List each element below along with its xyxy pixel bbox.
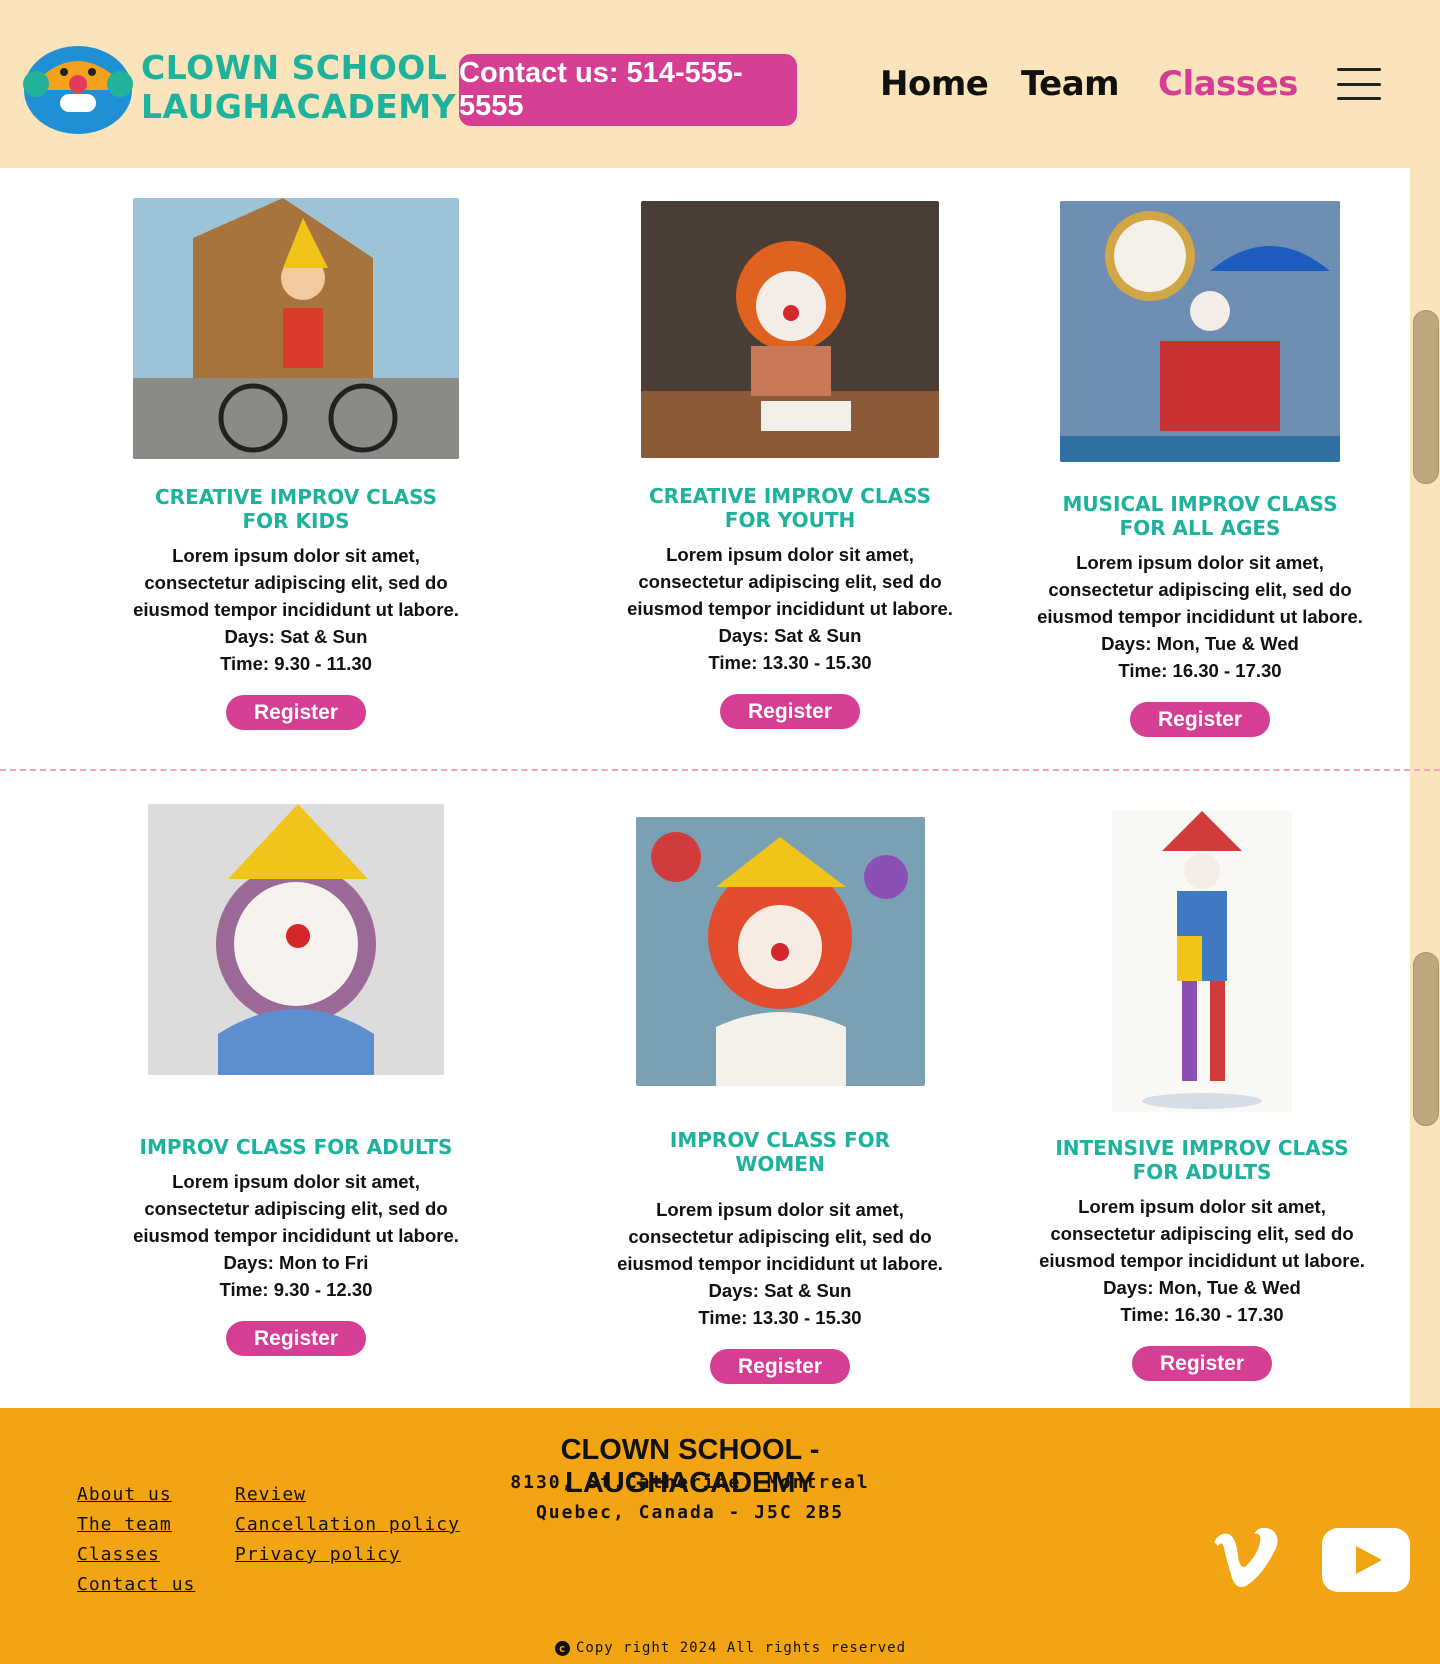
class-time: Time: 16.30 - 17.30 <box>1118 660 1282 681</box>
logo-line-2: LAUGHACADEMY <box>141 87 457 126</box>
class-card: Creative improv class for youth Lorem ip… <box>625 201 955 729</box>
class-card: Improv class for adults Lorem ipsum dolo… <box>131 804 461 1356</box>
class-card: Improv class for women Lorem ipsum dolor… <box>615 817 945 1384</box>
class-card: Creative improv class for kids Lorem ips… <box>131 198 461 730</box>
class-time: Time: 13.30 - 15.30 <box>708 652 872 673</box>
register-button[interactable]: Register <box>1130 702 1270 737</box>
class-days: Days: Mon to Fri <box>223 1252 369 1273</box>
class-description: Lorem ipsum dolor sit amet, consectetur … <box>133 545 459 674</box>
class-description: Lorem ipsum dolor sit amet, consectetur … <box>627 544 953 673</box>
footer-link-privacy[interactable]: Privacy policy <box>235 1544 401 1565</box>
class-description: Lorem ipsum dolor sit amet, consectetur … <box>1039 1196 1365 1325</box>
footer-link-team[interactable]: The team <box>77 1514 172 1535</box>
footer-link-about[interactable]: About us <box>77 1484 172 1505</box>
nav-team[interactable]: Team <box>1021 64 1120 104</box>
class-time: Time: 9.30 - 11.30 <box>220 653 372 674</box>
logo-title[interactable]: CLOWN SCHOOL LAUGHACADEMY <box>141 48 456 126</box>
register-button[interactable]: Register <box>226 695 366 730</box>
class-title: Improv class for adults <box>139 1135 453 1159</box>
class-title: Creative improv class for youth <box>649 484 931 532</box>
laughing-clown-image <box>148 804 444 1075</box>
contact-button[interactable]: Contact us: 514-555-5555 <box>459 54 797 126</box>
footer-link-review[interactable]: Review <box>235 1484 306 1505</box>
register-button[interactable]: Register <box>226 1321 366 1356</box>
class-days: Days: Sat & Sun <box>224 626 368 647</box>
register-button[interactable]: Register <box>1132 1346 1272 1381</box>
logo-line-1: CLOWN SCHOOL <box>141 48 448 87</box>
clown-balloons-image <box>635 817 925 1086</box>
harlequin-jester-image <box>1112 811 1292 1112</box>
hamburger-menu-icon[interactable] <box>1337 68 1381 100</box>
class-title: Improv class for women <box>669 1128 891 1176</box>
vimeo-icon[interactable] <box>1210 1528 1282 1590</box>
footer-link-cancellation[interactable]: Cancellation policy <box>235 1514 460 1535</box>
class-days: Days: Sat & Sun <box>718 625 862 646</box>
scrollbar-thumb[interactable] <box>1413 952 1439 1126</box>
class-description: Lorem ipsum dolor sit amet, consectetur … <box>1037 552 1363 681</box>
copyright-text: Copy right 2024 All rights reserved <box>576 1640 907 1656</box>
footer-link-contact[interactable]: Contact us <box>77 1574 195 1595</box>
nav-home[interactable]: Home <box>880 64 989 104</box>
register-button[interactable]: Register <box>720 694 860 729</box>
footer-link-classes[interactable]: Classes <box>77 1544 160 1565</box>
class-time: Time: 9.30 - 12.30 <box>219 1279 373 1300</box>
copyright: c Copy right 2024 All rights reserved <box>555 1640 906 1656</box>
youtube-icon[interactable] <box>1322 1528 1410 1592</box>
footer-address-line2: Quebec, Canada - J5C 2B5 <box>535 1502 845 1523</box>
class-time: Time: 16.30 - 17.30 <box>1120 1304 1284 1325</box>
scrollbar-thumb[interactable] <box>1413 310 1439 484</box>
footer-address-line1: 8130, St.Catherine, Montreal <box>510 1472 870 1493</box>
class-days: Days: Mon, Tue & Wed <box>1103 1277 1301 1298</box>
clown-logo-icon[interactable] <box>22 32 134 136</box>
site-header: CLOWN SCHOOL LAUGHACADEMY Contact us: 51… <box>0 0 1440 168</box>
nav-classes[interactable]: Classes <box>1158 64 1298 104</box>
class-description: Lorem ipsum dolor sit amet, consectetur … <box>617 1199 943 1328</box>
class-title: Creative improv class for kids <box>155 485 437 533</box>
class-days: Days: Mon, Tue & Wed <box>1101 633 1299 654</box>
class-card: Musical improv class for all ages Lorem … <box>1035 201 1365 737</box>
class-time: Time: 13.30 - 15.30 <box>698 1307 862 1328</box>
accordion-clown-image <box>1060 201 1340 462</box>
register-button[interactable]: Register <box>710 1349 850 1384</box>
copyright-icon: c <box>555 1640 570 1656</box>
class-title: Musical improv class for all ages <box>1062 492 1338 540</box>
class-days: Days: Sat & Sun <box>708 1280 852 1301</box>
clown-drawing-image <box>641 201 939 458</box>
class-card: Intensive improv class for adults Lorem … <box>1037 811 1367 1381</box>
pinocchio-bicycle-image <box>133 198 459 459</box>
class-description: Lorem ipsum dolor sit amet, consectetur … <box>133 1171 459 1300</box>
row-divider <box>0 769 1440 771</box>
class-title: Intensive improv class for adults <box>1055 1136 1349 1184</box>
